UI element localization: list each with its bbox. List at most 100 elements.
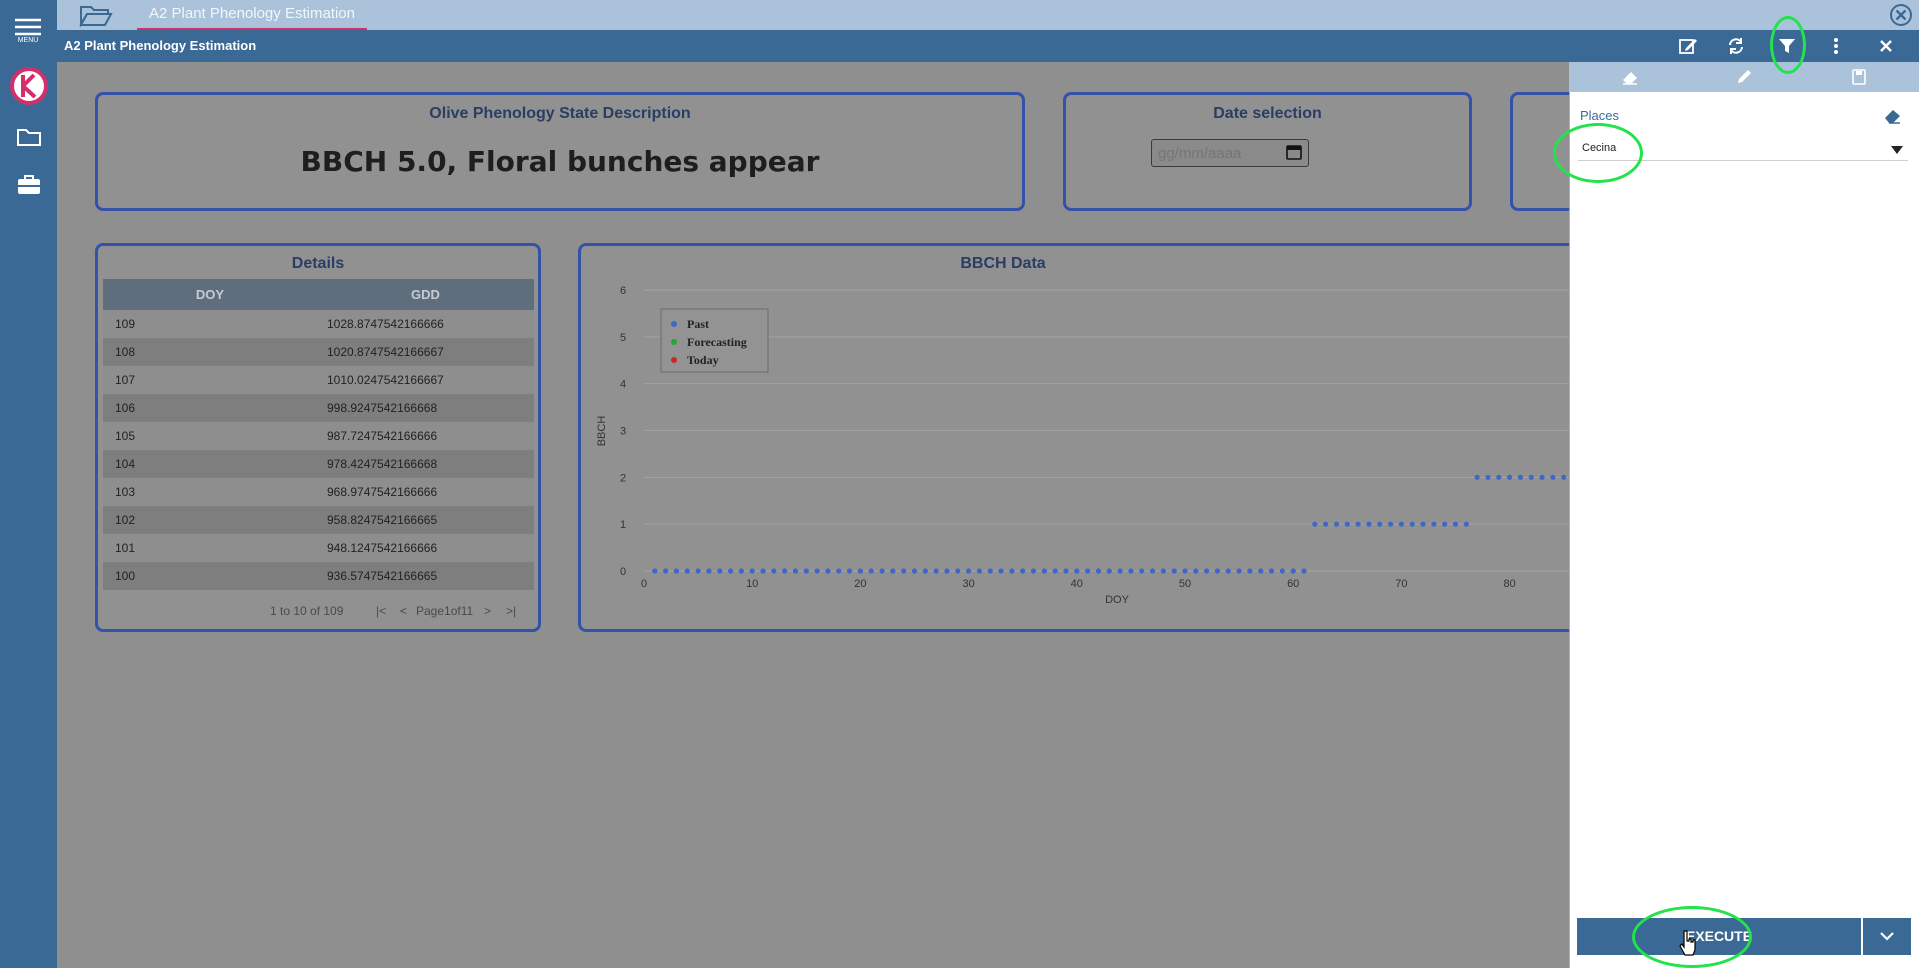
- data-point: [738, 568, 744, 574]
- bbch-chart: 01234560 10 20 30 40 50 60 70 80DOYBBCHPastForec…: [596, 285, 1576, 606]
- filter-icon[interactable]: [1773, 34, 1801, 58]
- data-point: [1409, 521, 1415, 527]
- data-point: [1377, 521, 1383, 527]
- close-circle-icon[interactable]: [1888, 2, 1914, 28]
- data-point: [1420, 521, 1426, 527]
- cell-gdd: 1010.0247542166667: [327, 373, 444, 387]
- last-page-button[interactable]: >|: [506, 604, 516, 618]
- table-row[interactable]: 108 1020.8747542166667: [103, 338, 534, 366]
- data-point: [857, 568, 863, 574]
- cell-doy: 106: [115, 401, 136, 415]
- next-page-button[interactable]: >: [484, 604, 491, 618]
- app-logo-icon[interactable]: [9, 66, 49, 106]
- window-title: A2 Plant Phenology Estimation: [64, 38, 257, 53]
- data-point: [1387, 521, 1394, 527]
- data-point: [955, 568, 961, 574]
- first-page-button[interactable]: |<: [376, 604, 386, 618]
- cell-gdd: 958.8247542166665: [327, 513, 438, 527]
- data-point: [749, 568, 755, 574]
- data-point: [1496, 474, 1502, 480]
- y-tick-label: 1: [620, 519, 626, 531]
- cell-doy: 109: [115, 317, 136, 331]
- table-row[interactable]: 101 948.1247542166666: [103, 534, 534, 562]
- data-point: [1431, 521, 1437, 527]
- column-header-doy[interactable]: DOY: [103, 279, 317, 310]
- data-point: [771, 568, 777, 574]
- details-card: Details DOY GDD 109 1028.8747542166666 10…: [95, 243, 541, 632]
- places-selected-value: Cecina: [1582, 142, 1617, 154]
- table-row[interactable]: 105 987.7247542166666: [103, 422, 534, 450]
- cell-doy: 101: [115, 541, 136, 555]
- execute-button[interactable]: EXECUTE: [1577, 918, 1861, 955]
- caret-down-icon[interactable]: [1890, 143, 1904, 155]
- data-point: [1463, 521, 1469, 527]
- close-icon[interactable]: [1872, 34, 1900, 58]
- legend-label: Past: [687, 317, 709, 331]
- more-vertical-icon[interactable]: [1822, 34, 1850, 58]
- cell-doy: 103: [115, 485, 136, 499]
- x-tick-label: 60: [1287, 578, 1299, 590]
- table-row[interactable]: 104 978.4247542166668: [103, 450, 534, 478]
- table-row[interactable]: 103 968.9747542166666: [103, 478, 534, 506]
- data-point: [673, 568, 680, 574]
- pencil-icon[interactable]: [1733, 67, 1755, 87]
- data-point: [1507, 474, 1513, 480]
- briefcase-icon[interactable]: [15, 172, 43, 196]
- legend-marker: [671, 357, 677, 363]
- table-row[interactable]: 100 936.5747542166665: [103, 562, 534, 590]
- phenology-description-card: Olive Phenology State Description BBCH 5…: [95, 92, 1025, 211]
- open-folder-icon[interactable]: [78, 2, 114, 28]
- folder-icon[interactable]: [15, 125, 43, 149]
- x-tick-label: 10: [746, 578, 758, 590]
- column-header-gdd[interactable]: GDD: [317, 279, 534, 310]
- clear-places-eraser-icon[interactable]: [1882, 106, 1904, 126]
- cell-doy: 102: [115, 513, 136, 527]
- details-table: DOY GDD 109 1028.8747542166666 108 1020.87…: [103, 279, 534, 590]
- phenology-state-text: BBCH 5.0, Floral bunches appear: [300, 145, 820, 178]
- data-point: [825, 568, 831, 574]
- data-point: [976, 568, 983, 574]
- data-point: [836, 568, 842, 574]
- cell-doy: 105: [115, 429, 136, 443]
- data-point: [1290, 568, 1296, 574]
- data-point: [684, 568, 690, 574]
- eraser-icon[interactable]: [1619, 67, 1641, 87]
- cell-gdd: 948.1247542166666: [327, 541, 438, 555]
- table-row[interactable]: 109 1028.8747542166666: [103, 310, 534, 338]
- legend-label: Forecasting: [687, 335, 747, 349]
- data-point: [1366, 521, 1372, 527]
- data-point: [922, 568, 928, 574]
- cell-doy: 100: [115, 569, 136, 583]
- refresh-icon[interactable]: [1722, 34, 1750, 58]
- data-point: [1009, 568, 1015, 574]
- calendar-icon[interactable]: [1285, 143, 1303, 161]
- legend-label: Today: [687, 353, 719, 367]
- data-point: [1528, 474, 1534, 480]
- execute-dropdown-chevron-icon[interactable]: [1863, 918, 1911, 955]
- hamburger-menu-icon[interactable]: [8, 16, 48, 50]
- data-point: [1344, 521, 1350, 527]
- data-point: [792, 568, 799, 574]
- data-point: [1160, 568, 1166, 574]
- data-point: [1182, 568, 1188, 574]
- y-tick-label: 6: [620, 285, 626, 297]
- edit-icon[interactable]: [1674, 34, 1702, 58]
- data-point: [1268, 568, 1275, 574]
- places-select[interactable]: Cecina: [1578, 137, 1908, 161]
- table-row[interactable]: 102 958.8247542166665: [103, 506, 534, 534]
- table-row[interactable]: 107 1010.0247542166667: [103, 366, 534, 394]
- data-point: [1323, 521, 1329, 527]
- y-axis-label: BBCH: [596, 416, 608, 447]
- data-point: [652, 568, 658, 574]
- data-point: [663, 568, 669, 574]
- cell-gdd: 987.7247542166666: [327, 429, 438, 443]
- save-icon[interactable]: [1848, 67, 1870, 87]
- table-row[interactable]: 106 998.9247542166668: [103, 394, 534, 422]
- cell-gdd: 998.9247542166668: [327, 401, 438, 415]
- y-tick-label: 5: [620, 332, 626, 344]
- data-point: [1539, 474, 1545, 480]
- data-point: [1117, 568, 1123, 574]
- cell-doy: 107: [115, 373, 136, 387]
- prev-page-button[interactable]: <: [400, 604, 407, 618]
- tab-a2-plant-phenology[interactable]: A2 Plant Phenology Estimation: [137, 0, 367, 30]
